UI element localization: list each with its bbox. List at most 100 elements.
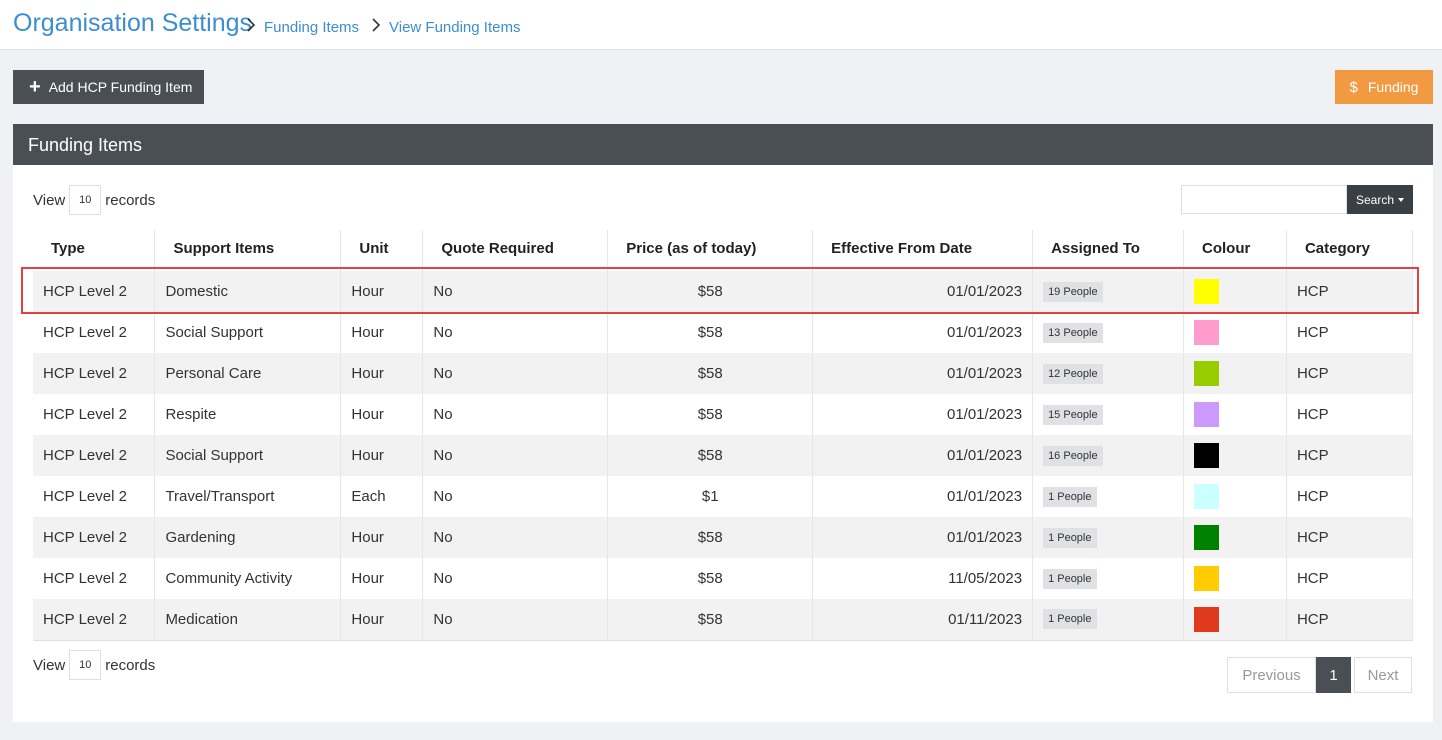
- chevron-right-icon: [372, 18, 380, 32]
- cell-assigned-to: 15 People: [1032, 394, 1184, 435]
- plus-icon: +: [29, 76, 41, 98]
- pagination: Previous 1 Next: [1227, 657, 1412, 693]
- table-header-row: Type Support Items Unit Quote Required P…: [33, 230, 1414, 271]
- funding-items-panel: Funding Items View 10 records Search Typ…: [13, 124, 1433, 722]
- breadcrumb-funding-items[interactable]: Funding Items: [264, 19, 359, 36]
- assigned-count-badge[interactable]: 1 People: [1043, 527, 1097, 548]
- cell-assigned-to: 1 People: [1032, 558, 1184, 599]
- cell-unit: Hour: [340, 312, 424, 353]
- page-size-control-top: View 10 records: [33, 185, 155, 215]
- cell-category: HCP: [1286, 435, 1414, 476]
- cell-category: HCP: [1286, 353, 1414, 394]
- dollar-icon: $: [1349, 78, 1358, 96]
- breadcrumb-view-funding-items[interactable]: View Funding Items: [389, 19, 520, 36]
- view-label: View: [33, 656, 66, 674]
- cell-quote-required: No: [422, 394, 609, 435]
- colour-swatch: [1194, 361, 1219, 386]
- table-row[interactable]: HCP Level 2 Respite Hour No $58 01/01/2023 15 …: [33, 394, 1414, 435]
- cell-colour: [1183, 558, 1287, 599]
- cell-colour: [1183, 517, 1287, 558]
- funding-button[interactable]: $ Funding: [1335, 70, 1433, 104]
- cell-type: HCP Level 2: [33, 558, 156, 599]
- column-header-effective-date[interactable]: Effective From Date: [812, 230, 1034, 271]
- page-size-select[interactable]: 10: [69, 650, 102, 680]
- cell-type: HCP Level 2: [33, 394, 156, 435]
- search-input[interactable]: [1181, 185, 1347, 214]
- cell-quote-required: No: [422, 271, 609, 312]
- table-row[interactable]: HCP Level 2 Social Support Hour No $58 01/01/…: [33, 312, 1414, 353]
- funding-button-label: Funding: [1367, 79, 1419, 95]
- cell-category: HCP: [1286, 271, 1414, 312]
- cell-assigned-to: 12 People: [1032, 353, 1184, 394]
- cell-effective-date: 01/11/2023: [812, 599, 1034, 641]
- cell-colour: [1183, 599, 1287, 641]
- table-row[interactable]: HCP Level 2 Social Support Hour No $58 01/01/…: [33, 435, 1414, 476]
- assigned-count-badge[interactable]: 16 People: [1043, 445, 1103, 466]
- table-row[interactable]: HCP Level 2 Domestic Hour No $58 01/01/2023 19…: [33, 271, 1414, 312]
- page-size-select[interactable]: 10: [69, 185, 102, 215]
- panel-title: Funding Items: [13, 124, 1433, 165]
- cell-type: HCP Level 2: [33, 476, 156, 517]
- table-row[interactable]: HCP Level 2 Travel/Transport Each No $1 01/01…: [33, 476, 1414, 517]
- cell-support-item: Gardening: [154, 517, 342, 558]
- next-page-button[interactable]: Next: [1354, 657, 1412, 693]
- cell-unit: Hour: [340, 517, 424, 558]
- assigned-count-badge[interactable]: 15 People: [1043, 404, 1103, 425]
- cell-support-item: Community Activity: [154, 558, 342, 599]
- assigned-count-badge[interactable]: 12 People: [1043, 363, 1103, 384]
- add-hcp-funding-item-button[interactable]: + Add HCP Funding Item: [13, 70, 204, 104]
- cell-price: $58: [607, 312, 814, 353]
- cell-price: $58: [607, 517, 814, 558]
- cell-price: $58: [607, 271, 814, 312]
- table-row[interactable]: HCP Level 2 Personal Care Hour No $58 01/01/2…: [33, 353, 1414, 394]
- cell-effective-date: 01/01/2023: [812, 435, 1034, 476]
- cell-type: HCP Level 2: [33, 312, 156, 353]
- search-button-label: Search: [1355, 192, 1395, 207]
- colour-swatch: [1194, 484, 1219, 509]
- cell-price: $58: [607, 599, 814, 641]
- assigned-count-badge[interactable]: 19 People: [1043, 281, 1103, 302]
- cell-category: HCP: [1286, 558, 1414, 599]
- cell-assigned-to: 13 People: [1032, 312, 1184, 353]
- column-header-category[interactable]: Category: [1286, 230, 1414, 271]
- cell-colour: [1183, 435, 1287, 476]
- cell-category: HCP: [1286, 599, 1414, 641]
- cell-type: HCP Level 2: [33, 517, 156, 558]
- previous-page-button[interactable]: Previous: [1227, 657, 1316, 693]
- colour-swatch: [1194, 606, 1219, 632]
- assigned-count-badge[interactable]: 1 People: [1043, 486, 1097, 507]
- column-header-type[interactable]: Type: [33, 230, 156, 271]
- funding-items-table: Type Support Items Unit Quote Required P…: [33, 230, 1414, 641]
- column-header-price[interactable]: Price (as of today): [607, 230, 814, 271]
- cell-price: $58: [607, 353, 814, 394]
- cell-quote-required: No: [422, 435, 609, 476]
- table-row[interactable]: HCP Level 2 Medication Hour No $58 01/11/2023…: [33, 599, 1414, 641]
- column-header-quote-required[interactable]: Quote Required: [422, 230, 609, 271]
- colour-swatch: [1194, 443, 1219, 468]
- cell-colour: [1183, 312, 1287, 353]
- column-header-colour[interactable]: Colour: [1183, 230, 1287, 271]
- column-header-assigned-to[interactable]: Assigned To: [1032, 230, 1184, 271]
- table-row[interactable]: HCP Level 2 Gardening Hour No $58 01/01/2023 1…: [33, 517, 1414, 558]
- cell-support-item: Travel/Transport: [154, 476, 342, 517]
- page-1-button[interactable]: 1: [1316, 657, 1351, 693]
- assigned-count-badge[interactable]: 1 People: [1043, 609, 1097, 630]
- cell-support-item: Social Support: [154, 312, 342, 353]
- cell-unit: Hour: [340, 394, 424, 435]
- cell-quote-required: No: [422, 558, 609, 599]
- table-row[interactable]: HCP Level 2 Community Activity Hour No $58 11…: [33, 558, 1414, 599]
- column-header-unit[interactable]: Unit: [340, 230, 424, 271]
- assigned-count-badge[interactable]: 13 People: [1043, 322, 1103, 343]
- cell-effective-date: 01/01/2023: [812, 476, 1034, 517]
- cell-price: $1: [607, 476, 814, 517]
- caret-down-icon: [1398, 197, 1405, 202]
- cell-unit: Each: [340, 476, 424, 517]
- assigned-count-badge[interactable]: 1 People: [1043, 568, 1097, 589]
- cell-effective-date: 01/01/2023: [812, 353, 1034, 394]
- search-button[interactable]: Search: [1347, 185, 1413, 214]
- column-header-support-items[interactable]: Support Items: [154, 230, 342, 271]
- chevron-right-icon: [247, 18, 255, 32]
- cell-unit: Hour: [340, 435, 424, 476]
- cell-effective-date: 01/01/2023: [812, 394, 1034, 435]
- records-label: records: [105, 656, 156, 674]
